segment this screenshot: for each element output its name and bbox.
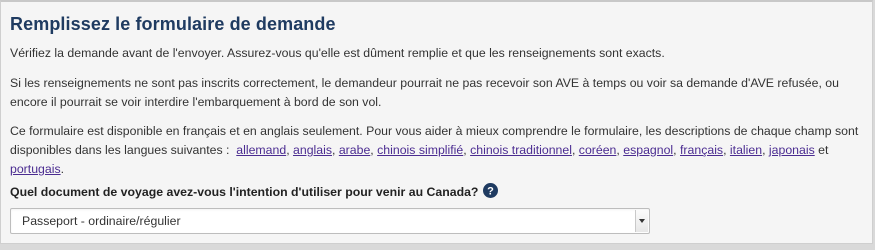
languages-paragraph: Ce formulaire est disponible en français… (10, 124, 859, 176)
dropdown-arrow-button[interactable] (635, 210, 648, 232)
form-title: Remplissez le formulaire de demande (10, 14, 336, 34)
language-link-portugais[interactable]: portugais (10, 162, 61, 176)
languages-conjunction: et (818, 143, 829, 157)
svg-text:?: ? (488, 185, 495, 197)
travel-document-select[interactable]: Passeport - ordinaire/régulier (10, 208, 650, 234)
language-link-japonais[interactable]: japonais (769, 143, 815, 157)
language-link-allemand[interactable]: allemand (236, 143, 286, 157)
travel-document-label: Quel document de voyage avez-vous l'inte… (10, 185, 479, 199)
question-circle-icon[interactable]: ? (483, 183, 499, 198)
application-form-panel: Remplissez le formulaire de demande Véri… (0, 0, 873, 244)
language-link-chinois-traditionnel[interactable]: chinois traditionnel (470, 143, 572, 157)
language-link-arabe[interactable]: arabe (339, 143, 370, 157)
language-link-anglais[interactable]: anglais (293, 143, 332, 157)
language-link-espagnol[interactable]: espagnol (623, 143, 673, 157)
language-link-coreen[interactable]: coréen (579, 143, 617, 157)
languages-end: . (60, 162, 65, 176)
travel-document-selected-value: Passeport - ordinaire/régulier (22, 214, 181, 228)
language-link-francais[interactable]: français (680, 143, 723, 157)
travel-document-question: Quel document de voyage avez-vous l'inte… (10, 183, 499, 199)
language-link-italien[interactable]: italien (730, 143, 762, 157)
warning-text: Si les renseignements ne sont pas inscri… (10, 76, 839, 109)
chevron-down-icon (639, 219, 645, 223)
language-link-chinois-simplifie[interactable]: chinois simplifié (377, 143, 463, 157)
intro-text: Vérifiez la demande avant de l'envoyer. … (10, 46, 665, 60)
